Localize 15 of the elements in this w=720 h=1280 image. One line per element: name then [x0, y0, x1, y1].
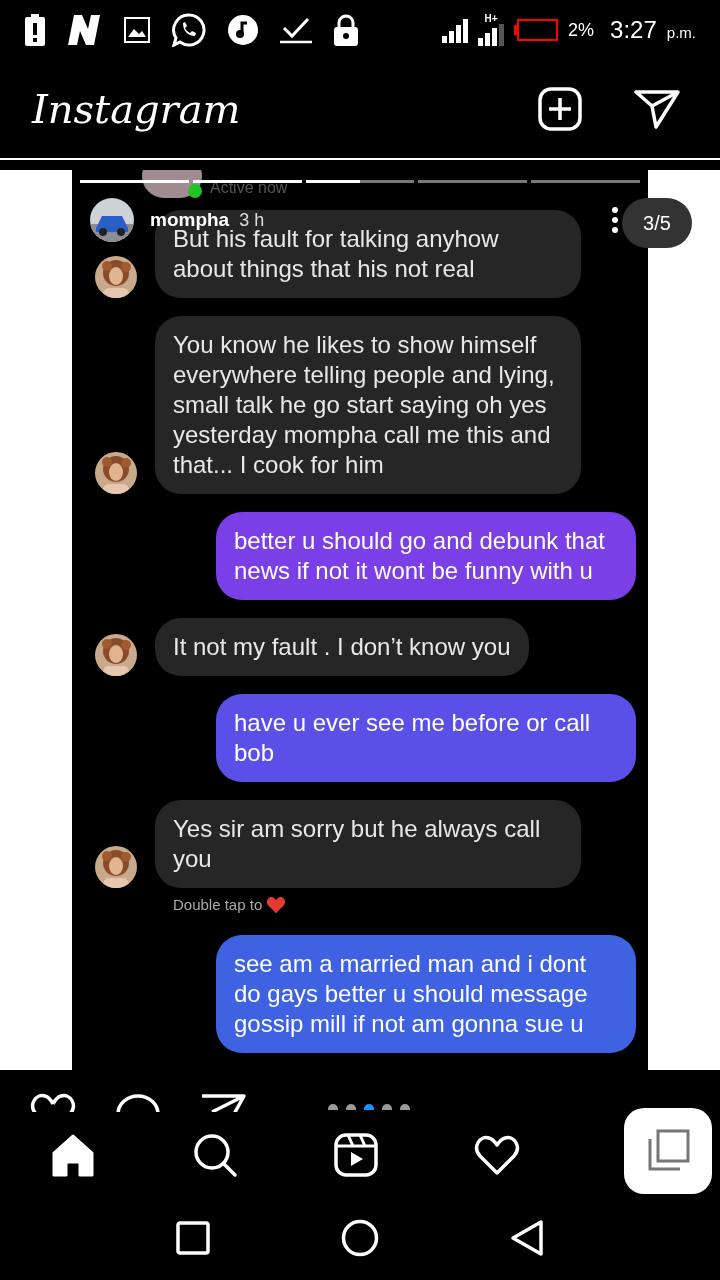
story-age: 3 h	[239, 208, 265, 230]
sent-message: see am a married man and i dont do gays better u should message gossip mill if not am gonna sue u	[216, 934, 636, 1053]
sent-message: have u ever see me before or call bob	[216, 694, 636, 782]
double-tap-hint: Double tap to	[173, 895, 263, 915]
received-message: Yes sir am sorry but he always call you	[155, 800, 581, 888]
story-counter: 3/5	[622, 198, 692, 248]
clock-period: p.m.	[666, 22, 696, 43]
received-message: You know he likes to show himself everywhere telling people and lying, small talk he go start saying oh yes yesterday mompha call me this and that... I cook for him	[155, 316, 581, 494]
active-status: Active now	[210, 178, 288, 198]
clock-time: 3:27	[610, 15, 657, 45]
sent-message: better u should go and debunk that news if not it wont be funny with u	[216, 512, 636, 600]
network-type: H+	[484, 14, 498, 24]
received-message: It not my fault . I don’t know you	[155, 618, 529, 676]
battery-percent: 2%	[568, 18, 595, 42]
app-logo: Instagram	[32, 85, 241, 134]
